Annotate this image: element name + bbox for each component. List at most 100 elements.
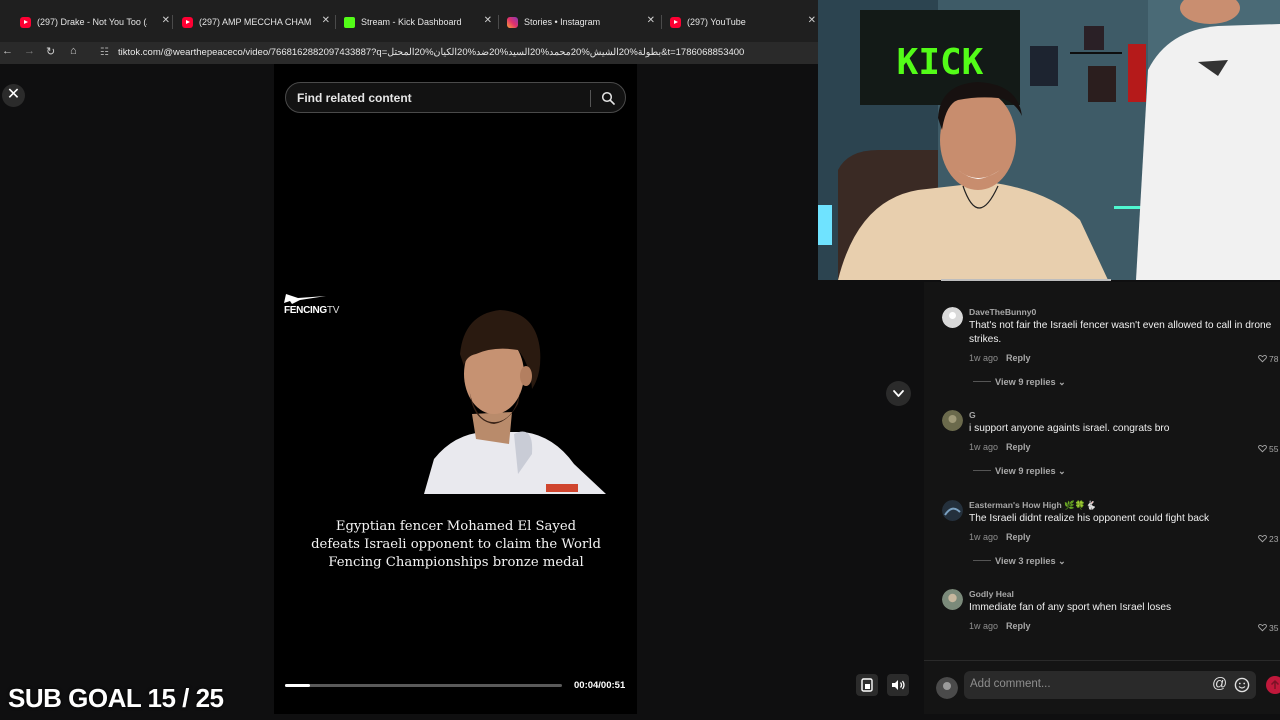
tab-close-icon[interactable]: ✕ (484, 15, 492, 26)
comment-time: 1w ago (969, 442, 999, 452)
divider (973, 470, 991, 471)
reply-button[interactable]: Reply (1006, 353, 1031, 363)
chevron-down-icon: ⌄ (1058, 377, 1066, 387)
search-placeholder: Find related content (297, 91, 412, 105)
add-comment-input[interactable]: Add comment... @ (964, 671, 1256, 699)
reply-button[interactable]: Reply (1006, 532, 1031, 542)
avatar[interactable] (942, 307, 963, 328)
avatar[interactable] (942, 500, 963, 521)
comment-username[interactable]: Godly Heal (969, 589, 1014, 599)
view-replies-button[interactable]: View 3 replies ⌄ (973, 556, 1066, 567)
search-divider (590, 90, 591, 107)
avatar[interactable] (936, 677, 958, 699)
like-button[interactable]: 55 (1258, 444, 1278, 454)
heart-icon (1258, 534, 1267, 543)
back-icon[interactable]: ← (2, 45, 13, 57)
like-button[interactable]: 23 (1258, 534, 1278, 544)
chevron-down-icon (893, 390, 904, 397)
comment-username[interactable]: G (969, 410, 976, 420)
comment-bar: Add comment... @ (924, 660, 1280, 714)
fencer-image (414, 294, 614, 494)
emoji-icon[interactable] (1234, 677, 1250, 693)
picture-in-picture-button[interactable] (856, 674, 878, 696)
view-replies-button[interactable]: View 9 replies ⌄ (973, 466, 1066, 477)
sub-goal-overlay: SUB GOAL 15 / 25 (8, 683, 224, 713)
pip-icon (861, 678, 873, 692)
tab-close-icon[interactable]: ✕ (647, 15, 655, 26)
like-count: 23 (1269, 534, 1279, 544)
url-field[interactable]: ☷ tiktok.com/@wearthepeaceco/video/76681… (96, 43, 820, 63)
comment-text: Immediate fan of any sport when Israel l… (969, 602, 1172, 613)
chevron-down-icon: ⌄ (1058, 556, 1066, 566)
tab-close-icon[interactable]: ✕ (162, 15, 170, 26)
tab-title: Stories • Instagram (524, 17, 601, 27)
tab-amp[interactable]: (297) AMP MECCHA CHAMELEO ✕ (182, 10, 330, 34)
like-button[interactable]: 78 (1258, 354, 1278, 364)
comment-meta: 1w ago Reply (969, 353, 1031, 363)
mention-icon[interactable]: @ (1212, 675, 1227, 692)
logo-text: FENCINGTV (284, 305, 340, 316)
screen: (297) Drake - Not You Too (Aud ✕ (297) A… (0, 0, 1280, 720)
chevron-down-icon: ⌄ (1058, 466, 1066, 476)
tab-divider (498, 15, 499, 29)
webcam-divider (941, 279, 1111, 281)
tab-title: Stream - Kick Dashboard (361, 17, 462, 27)
volume-button[interactable] (887, 674, 909, 696)
reload-icon[interactable]: ↻ (46, 45, 55, 58)
comment-meta: 1w ago Reply (969, 532, 1031, 542)
tab-close-icon[interactable]: ✕ (322, 15, 330, 26)
comment-username[interactable]: DaveTheBunny0 (969, 307, 1036, 317)
view-replies-label: View 9 replies (995, 377, 1056, 387)
view-replies-button[interactable]: View 9 replies ⌄ (973, 377, 1066, 388)
tab-divider (172, 15, 173, 29)
comment-meta: 1w ago Reply (969, 442, 1031, 452)
reply-button[interactable]: Reply (1006, 442, 1031, 452)
like-button[interactable]: 35 (1258, 623, 1278, 633)
related-search-bar[interactable]: Find related content (285, 82, 626, 113)
browser-tab-bar: (297) Drake - Not You Too (Aud ✕ (297) A… (0, 0, 820, 42)
search-icon[interactable] (601, 91, 615, 105)
webcam-image: KICK (818, 0, 1280, 280)
tab-youtube[interactable]: (297) YouTube ✕ (670, 10, 816, 34)
avatar[interactable] (942, 589, 963, 610)
fencer-silhouette-icon (284, 294, 326, 304)
tab-kick-dashboard[interactable]: Stream - Kick Dashboard ✕ (344, 10, 492, 34)
reply-button[interactable]: Reply (1006, 621, 1031, 631)
scroll-down-button[interactable] (886, 381, 911, 406)
tab-close-icon[interactable]: ✕ (808, 15, 816, 26)
site-settings-icon[interactable]: ☷ (100, 43, 109, 63)
tab-divider (661, 15, 662, 29)
comment-text: i support anyone againts israel. congrat… (969, 423, 1170, 434)
tab-divider (335, 15, 336, 29)
comment-time: 1w ago (969, 621, 999, 631)
comment-text: That's not fair the Israeli fencer wasn'… (969, 320, 1272, 345)
divider (973, 560, 991, 561)
like-count: 35 (1269, 623, 1279, 633)
like-count: 78 (1269, 354, 1279, 364)
youtube-icon (670, 16, 681, 28)
tab-title: (297) YouTube (687, 17, 746, 27)
view-replies-label: View 3 replies (995, 556, 1056, 566)
home-icon[interactable]: ⌂ (70, 45, 77, 57)
comment-time: 1w ago (969, 532, 999, 542)
comment-time: 1w ago (969, 353, 999, 363)
caption-line: Fencing Championships bronze medal (328, 555, 584, 570)
kick-icon (344, 16, 355, 28)
video-progress-bar[interactable] (285, 684, 562, 687)
avatar[interactable] (942, 410, 963, 431)
forward-icon[interactable]: → (24, 45, 35, 57)
comments-panel: DaveTheBunny0 That's not fair the Israel… (924, 282, 1280, 660)
send-comment-button[interactable] (1266, 676, 1280, 694)
volume-icon (892, 680, 905, 690)
heart-icon (1258, 354, 1267, 363)
instagram-icon (507, 16, 518, 28)
video-player[interactable]: Find related content FENCINGTV Egyptian … (274, 64, 637, 714)
tab-drake[interactable]: (297) Drake - Not You Too (Aud ✕ (20, 10, 170, 34)
tab-title: (297) Drake - Not You Too (Aud (37, 17, 147, 27)
close-video-button[interactable]: ✕ (2, 84, 25, 107)
comment-username[interactable]: Easterman's How High 🌿🍀🐇 (969, 500, 1096, 511)
video-progress-fill (285, 684, 310, 687)
divider (973, 381, 991, 382)
url-text: tiktok.com/@wearthepeaceco/video/7668162… (118, 47, 745, 58)
tab-instagram[interactable]: Stories • Instagram ✕ (507, 10, 655, 34)
